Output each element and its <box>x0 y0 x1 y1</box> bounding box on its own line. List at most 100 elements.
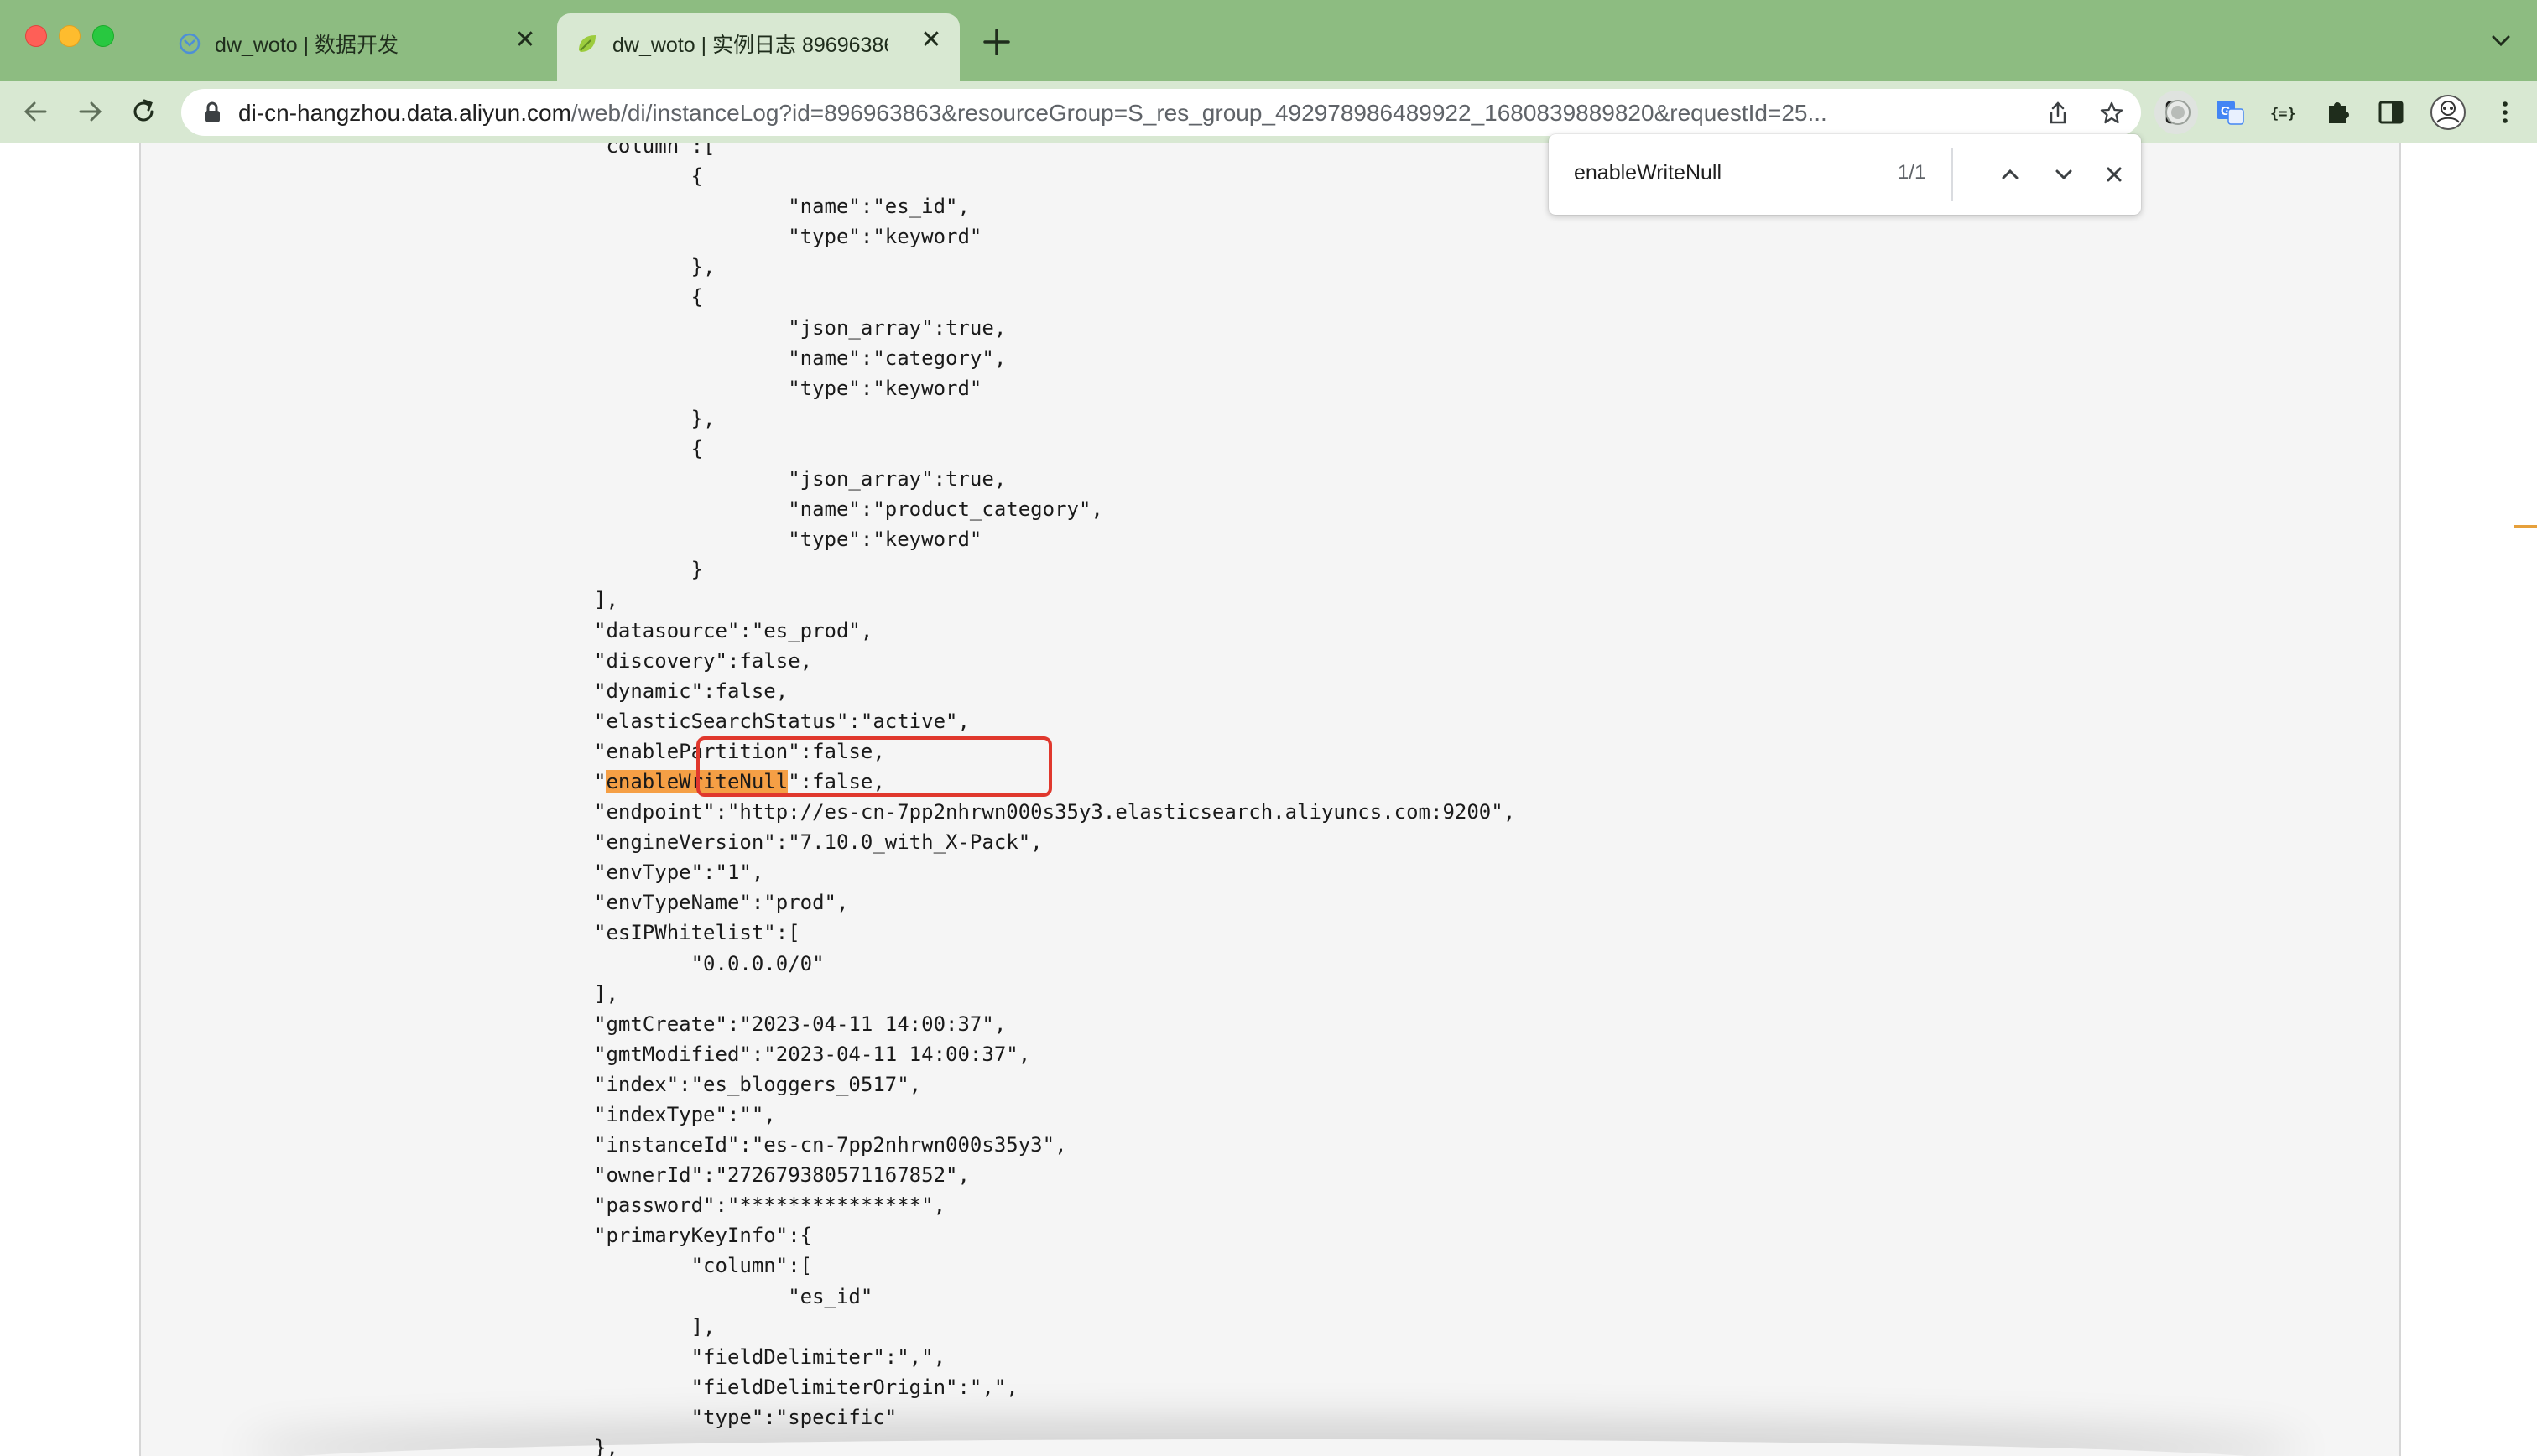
log-line: "ownerId":"272679380571167852", <box>594 1160 1515 1190</box>
log-line: "indexType":"", <box>594 1100 1515 1130</box>
log-line: { <box>594 282 1515 312</box>
log-line-text: ], <box>594 1314 716 1339</box>
url-host: di-cn-hangzhou.data.aliyun.com <box>238 100 571 126</box>
profile-avatar-icon[interactable] <box>2430 94 2467 131</box>
annotation-highlight-box <box>696 736 1052 797</box>
log-line: "fieldDelimiterOrigin":",", <box>594 1372 1515 1402</box>
log-line: "0.0.0.0/0" <box>594 949 1515 979</box>
tab-instance-log[interactable]: dw_woto | 实例日志 896963863 ✕ <box>557 13 960 81</box>
extensions-icon[interactable] <box>2322 97 2352 127</box>
log-line-text: "envType":"1", <box>594 861 764 885</box>
log-line-text: "name":"product_category", <box>594 497 1103 522</box>
log-line: "column":[ <box>594 143 1515 161</box>
browser-toolbar: di-cn-hangzhou.data.aliyun.com/web/di/in… <box>0 81 2537 143</box>
log-line-text: "column":[ <box>594 1254 813 1278</box>
page-content: "column":[ { "name":"es_id", "type":"key… <box>0 143 2537 1456</box>
log-line: "gmtModified":"2023-04-11 14:00:37", <box>594 1039 1515 1069</box>
log-line-text: "es_id" <box>594 1284 873 1308</box>
log-line-text: "instanceId":"es-cn-7pp2nhrwn000s35y3", <box>594 1133 1067 1157</box>
plus-icon[interactable] <box>978 23 1015 60</box>
url-text[interactable]: di-cn-hangzhou.data.aliyun.com/web/di/in… <box>238 100 2050 127</box>
log-line: "instanceId":"es-cn-7pp2nhrwn000s35y3", <box>594 1130 1515 1160</box>
close-icon[interactable] <box>2096 156 2133 193</box>
side-panel-icon[interactable] <box>2376 97 2406 127</box>
log-line-text: "name":"category", <box>594 346 1007 370</box>
log-line-text: ], <box>594 981 618 1006</box>
instance-log-panel: "column":[ { "name":"es_id", "type":"key… <box>139 143 2401 1456</box>
back-icon[interactable] <box>20 96 52 127</box>
log-line: "elasticSearchStatus":"active", <box>594 706 1515 736</box>
tab-close-icon[interactable]: ✕ <box>916 25 946 55</box>
tab-close-icon[interactable]: ✕ <box>510 25 540 55</box>
forward-icon[interactable] <box>74 96 106 127</box>
log-line-text: "type":"specific" <box>594 1405 898 1429</box>
log-line-text: "elasticSearchStatus":"active", <box>594 709 970 733</box>
translate-icon[interactable]: G <box>2215 97 2245 127</box>
log-line: "json_array":true, <box>594 464 1515 494</box>
find-match-count: 1/1 <box>1898 161 1926 184</box>
tab-title: dw_woto | 数据开发 <box>215 34 399 57</box>
reload-icon[interactable] <box>128 96 159 127</box>
log-line-text: { <box>594 285 704 309</box>
tab-title: dw_woto | 实例日志 896963863 <box>612 34 888 57</box>
find-bar: 1/1 <box>1549 134 2141 215</box>
log-line: }, <box>594 403 1515 434</box>
log-line-text: "ownerId":"272679380571167852", <box>594 1163 970 1188</box>
log-line: "envTypeName":"prod", <box>594 887 1515 918</box>
log-line-text: "indexType":"", <box>594 1103 776 1126</box>
log-line: "name":"product_category", <box>594 494 1515 524</box>
log-line: "index":"es_bloggers_0517", <box>594 1069 1515 1100</box>
lock-icon[interactable] <box>203 101 221 123</box>
log-line: "json_array":true, <box>594 313 1515 343</box>
log-line: ], <box>594 979 1515 1009</box>
tab-data-development[interactable]: dw_woto | 数据开发 ✕ <box>159 13 554 72</box>
chevron-up-icon[interactable] <box>1992 156 2029 193</box>
log-line: { <box>594 161 1515 191</box>
chevron-down-icon[interactable] <box>2045 156 2082 193</box>
log-line: "es_id" <box>594 1282 1515 1312</box>
tab-search-chevron-icon[interactable] <box>2488 29 2514 54</box>
log-line-text: { <box>594 164 704 189</box>
record-icon[interactable] <box>2163 97 2193 127</box>
bottom-shadow <box>242 1439 2305 1456</box>
log-line-text: "envTypeName":"prod", <box>594 891 849 915</box>
log-line: "type":"keyword" <box>594 373 1515 403</box>
menu-icon[interactable] <box>2490 97 2520 127</box>
log-line-text: "dynamic":false, <box>594 679 789 703</box>
json-viewer-icon[interactable]: {=} <box>2269 97 2299 127</box>
log-line: "type":"specific" <box>594 1402 1515 1433</box>
share-icon[interactable] <box>2045 101 2071 126</box>
log-line-text: "engineVersion":"7.10.0_with_X-Pack", <box>594 830 1043 855</box>
close-window-button[interactable] <box>25 25 47 47</box>
log-line-text: "name":"es_id", <box>594 195 970 219</box>
tab-strip: dw_woto | 数据开发 ✕ dw_woto | 实例日志 89696386… <box>0 0 2537 81</box>
leaf-favicon-icon <box>579 35 596 52</box>
log-line: "envType":"1", <box>594 857 1515 887</box>
log-line-text: "password":"***************", <box>594 1193 946 1218</box>
log-line-text: "fieldDelimiterOrigin":",", <box>594 1375 1018 1399</box>
log-line: "fieldDelimiter":",", <box>594 1342 1515 1372</box>
log-line-text: } <box>594 558 704 582</box>
log-line: }, <box>594 252 1515 282</box>
log-line: "esIPWhitelist":[ <box>594 918 1515 948</box>
log-line-text: "gmtModified":"2023-04-11 14:00:37", <box>594 1042 1031 1066</box>
log-line-text: "type":"keyword" <box>594 528 982 552</box>
minimize-window-button[interactable] <box>59 25 81 47</box>
find-input[interactable] <box>1574 156 1859 190</box>
address-bar[interactable]: di-cn-hangzhou.data.aliyun.com/web/di/in… <box>181 89 2198 136</box>
log-line-text: "index":"es_bloggers_0517", <box>594 1072 922 1096</box>
log-line-text: "primaryKeyInfo":{ <box>594 1224 813 1248</box>
log-line-text: { <box>594 436 704 460</box>
log-line: "type":"keyword" <box>594 221 1515 252</box>
log-line: ], <box>594 1312 1515 1342</box>
url-path: /web/di/instanceLog?id=896963863&resourc… <box>570 100 1827 126</box>
bookmark-star-icon[interactable] <box>2099 101 2124 126</box>
log-text: "column":[ { "name":"es_id", "type":"key… <box>594 143 1515 1456</box>
log-line-text: "discovery":false, <box>594 648 813 673</box>
log-line-text: }, <box>594 255 716 279</box>
log-line-text: " <box>594 769 607 793</box>
find-divider <box>1951 148 1953 201</box>
log-line-text: "fieldDelimiter":",", <box>594 1344 946 1369</box>
fullscreen-window-button[interactable] <box>92 25 114 47</box>
log-line: "dynamic":false, <box>594 676 1515 706</box>
